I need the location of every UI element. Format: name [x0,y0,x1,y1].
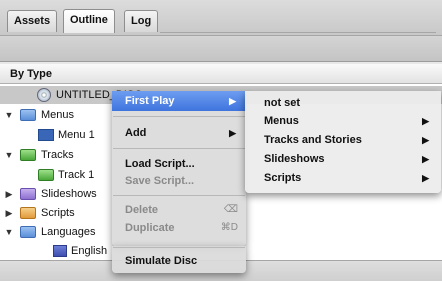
tree-label: Slideshows [41,188,97,200]
disclosure-open-icon[interactable]: ▼ [4,223,14,241]
menu-item-label: Add [125,127,147,139]
submenu-item-slideshows[interactable]: Slideshows ▶ [245,150,441,168]
menu-item-save-script: Save Script... [125,175,195,187]
toolbar-band [0,36,442,62]
menu-item-first-play[interactable]: First Play ▶ [112,91,246,111]
disclosure-open-icon[interactable]: ▼ [4,106,14,124]
folder-icon [20,109,36,121]
menu-item-label: Delete [125,204,159,216]
submenu-arrow-icon: ▶ [422,154,429,164]
list-header[interactable]: By Type [0,64,442,84]
submenu-item-menus[interactable]: Menus ▶ [245,112,441,130]
track-icon [38,169,54,181]
menu-item-label: First Play [125,95,175,107]
submenu-arrow-icon: ▶ [422,173,429,183]
submenu-item-scripts[interactable]: Scripts ▶ [245,169,441,187]
submenu-item-tracks-and-stories[interactable]: Tracks and Stories ▶ [245,131,441,149]
menu-separator [113,195,245,196]
submenu-arrow-icon: ▶ [422,135,429,145]
tab-pane-border [160,32,436,33]
tab-log[interactable]: Log [124,10,159,32]
disc-icon [37,88,51,102]
submenu-item-label: Slideshows [264,153,325,165]
folder-icon [20,207,36,219]
tree-label: Scripts [41,207,75,219]
tree-label: Menu 1 [58,129,95,141]
menu-separator [113,247,245,248]
disclosure-open-icon[interactable]: ▼ [4,146,14,164]
tree-label: Menus [41,109,75,121]
disclosure-closed-icon[interactable]: ▶ [4,204,14,222]
tree-label: Track 1 [58,169,95,181]
submenu-item-label: not set [264,97,301,109]
folder-icon [20,226,36,238]
submenu-arrow-icon: ▶ [422,116,429,126]
disclosure-closed-icon[interactable]: ▶ [4,185,14,203]
menu-item-add[interactable]: Add ▶ [112,123,246,143]
menu-separator [113,148,245,149]
submenu-item-not-set[interactable]: not set [245,94,441,112]
shortcut-label: ⌘D [220,222,238,233]
menu-item-delete: Delete ⌫ [112,201,246,219]
tree-label: English [71,245,108,257]
flag-icon [53,245,67,257]
tree-label: Languages [41,226,96,238]
menu-item-label: Duplicate [125,222,175,234]
submenu-item-label: Scripts [264,172,302,184]
submenu-arrow-icon: ▶ [229,96,236,106]
folder-icon [20,188,36,200]
submenu-item-label: Tracks and Stories [264,134,362,146]
folder-icon [20,149,36,161]
first-play-submenu: not set Menus ▶ Tracks and Stories ▶ Sli… [245,91,441,193]
tab-bar: Assets Outline Log [0,0,442,36]
submenu-item-label: Menus [264,115,299,127]
tab-outline[interactable]: Outline [63,9,115,33]
tab-assets[interactable]: Assets [7,10,58,32]
menu-separator [113,116,245,117]
submenu-arrow-icon: ▶ [229,128,236,138]
delete-key-icon: ⌫ [223,204,238,215]
menu-item-duplicate: Duplicate ⌘D [112,219,246,237]
context-menu-footer: Simulate Disc [112,246,246,273]
context-menu: First Play ▶ Add ▶ Load Script... Save S… [112,91,246,246]
menu-icon [38,129,54,141]
tree-label: Tracks [41,149,74,161]
menu-item-simulate-disc[interactable]: Simulate Disc [112,251,246,271]
